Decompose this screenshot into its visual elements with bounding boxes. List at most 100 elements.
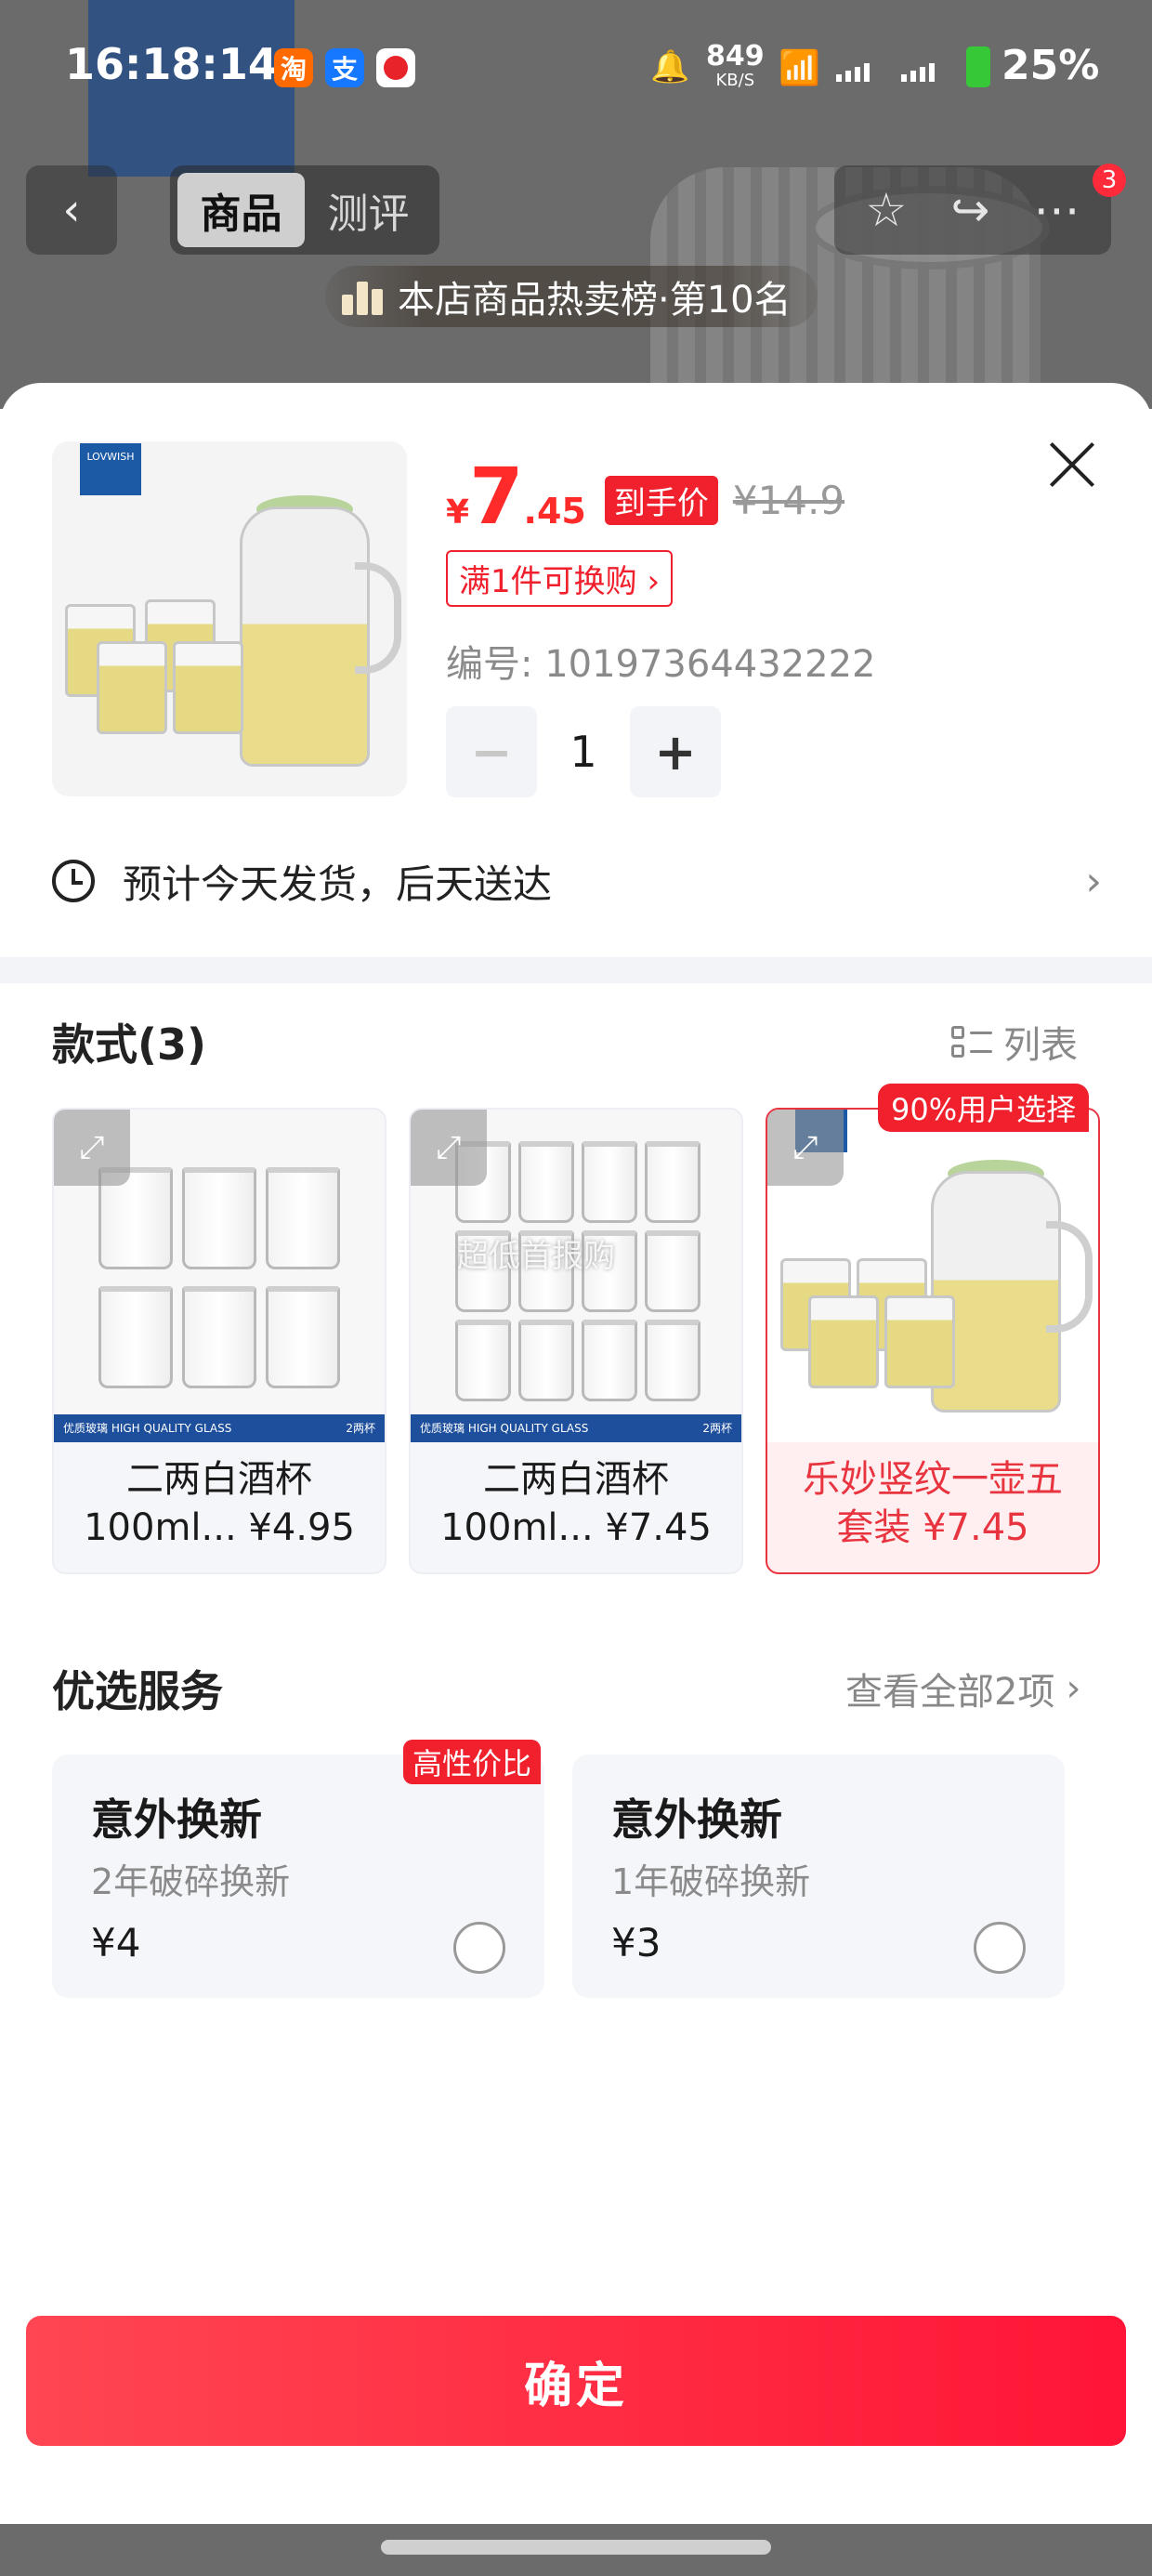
- style-option-label: 二两白酒杯 100ml... ¥4.95: [84, 1458, 355, 1549]
- price-currency: ¥: [446, 493, 470, 532]
- quantity-stepper: − 1 +: [446, 706, 721, 797]
- wifi-icon: 📶: [779, 49, 820, 87]
- rank-banner[interactable]: 本店商品热卖榜·第10名: [325, 266, 818, 327]
- cellular-signal-2-icon: [901, 50, 935, 82]
- view-all-services-link[interactable]: 查看全部2项 ›: [845, 1662, 1080, 1715]
- close-icon[interactable]: [1046, 439, 1098, 491]
- service-description: 2年破碎换新: [91, 1861, 291, 1902]
- expand-icon[interactable]: ⤢: [54, 1110, 130, 1186]
- services-section-title: 优选服务: [52, 1666, 223, 1716]
- sku-selection-sheet: LOVWISH ¥ 7 .45 到手价 ¥14.9 满1件可换购 › 编号: 1…: [0, 383, 1152, 2576]
- glass: [884, 1295, 955, 1388]
- original-price: ¥14.9: [732, 478, 845, 523]
- service-option-card[interactable]: 意外换新 2年破碎换新 ¥4: [52, 1755, 544, 1998]
- page-tabs: 商品 测评: [170, 165, 439, 255]
- style-option-label: 二两白酒杯 100ml... ¥7.45: [440, 1458, 712, 1549]
- service-radio[interactable]: [974, 1922, 1026, 1974]
- cup: [645, 1141, 700, 1223]
- expand-icon[interactable]: ⤢: [411, 1110, 487, 1186]
- quality-strip: 优质玻璃 HIGH QUALITY GLASS 2两杯: [54, 1414, 385, 1442]
- cup: [645, 1230, 700, 1312]
- final-price-tag: 到手价: [604, 476, 718, 525]
- back-button[interactable]: ‹: [26, 165, 117, 255]
- list-icon: [951, 1026, 992, 1058]
- glass: [808, 1295, 879, 1388]
- glass: [173, 641, 243, 734]
- style-option-card-selected[interactable]: ⤢ 乐妙竖纹一壶五 套装 ¥7.45: [766, 1108, 1100, 1574]
- alipay-app-icon: 支: [325, 48, 364, 87]
- value-badge: 高性价比: [403, 1740, 542, 1784]
- service-name: 意外换新: [91, 1794, 262, 1845]
- quality-strip: 优质玻璃 HIGH QUALITY GLASS 2两杯: [411, 1414, 741, 1442]
- chevron-right-icon: ›: [1085, 857, 1102, 905]
- cup: [455, 1320, 511, 1401]
- message-count-badge: 3: [1093, 164, 1126, 197]
- taobao-app-icon: 淘: [274, 48, 313, 87]
- status-time: 16:18:14: [65, 39, 278, 89]
- cup: [582, 1320, 637, 1401]
- alarm-icon: 🔔: [650, 48, 690, 85]
- tab-review[interactable]: 测评: [305, 173, 432, 247]
- rank-banner-text: 本店商品热卖榜·第10名: [398, 279, 792, 322]
- share-icon[interactable]: ↪: [950, 183, 989, 237]
- cup: [582, 1141, 637, 1223]
- tab-product[interactable]: 商品: [177, 173, 305, 247]
- jug: [240, 506, 370, 767]
- style-option-image: 优质玻璃 HIGH QUALITY GLASS 2两杯 ⤢: [54, 1110, 385, 1442]
- shipping-text: 预计今天发货，后天送达: [123, 861, 553, 907]
- style-option-card[interactable]: 超低首报购 优质玻璃 HIGH QUALITY GLASS 2两杯 ⤢ 二两白酒…: [409, 1108, 743, 1574]
- service-option-card[interactable]: 意外换新 1年破碎换新 ¥3: [572, 1755, 1065, 1998]
- confirm-button[interactable]: 确定: [26, 2316, 1126, 2446]
- service-name: 意外换新: [611, 1794, 782, 1845]
- product-thumbnail[interactable]: LOVWISH: [52, 441, 407, 796]
- styles-section-title: 款式(3): [52, 1019, 207, 1070]
- watermark-text: 超低首报购: [457, 1238, 615, 1275]
- status-bar: 16:18:14 淘 支 🔔 849 KB/S 📶 25%: [0, 0, 1152, 139]
- cup: [182, 1167, 256, 1269]
- style-option-label: 乐妙竖纹一壶五 套装 ¥7.45: [803, 1458, 1063, 1549]
- battery-icon: [966, 46, 990, 87]
- price-decimal: .45: [523, 491, 586, 532]
- increase-quantity-button[interactable]: +: [630, 706, 721, 797]
- notification-app-icon: [376, 48, 415, 87]
- network-speed: 849 KB/S: [706, 40, 765, 91]
- nav-actions: ☆ ↪ ⋯: [834, 165, 1111, 255]
- cup: [518, 1141, 574, 1223]
- style-option-image: 超低首报购 优质玻璃 HIGH QUALITY GLASS 2两杯 ⤢: [411, 1110, 741, 1442]
- cup: [98, 1286, 173, 1388]
- chevron-left-icon: ‹: [62, 184, 81, 236]
- brand-logo: LOVWISH: [80, 443, 141, 495]
- popular-choice-badge: 90%用户选择: [878, 1084, 1090, 1132]
- glass: [97, 641, 167, 734]
- view-all-label: 查看全部2项: [845, 1671, 1055, 1714]
- jug-handle: [1046, 1221, 1093, 1333]
- price-row: ¥ 7 .45 到手价 ¥14.9: [446, 457, 844, 535]
- list-view-toggle[interactable]: 列表: [951, 1015, 1078, 1069]
- service-price: ¥4: [91, 1920, 141, 1965]
- chevron-right-icon: ›: [1066, 1667, 1081, 1710]
- service-radio[interactable]: [453, 1922, 505, 1974]
- more-icon[interactable]: ⋯: [1033, 183, 1080, 237]
- expand-icon[interactable]: ⤢: [767, 1110, 844, 1186]
- home-indicator[interactable]: [381, 2540, 771, 2555]
- style-option-card[interactable]: 优质玻璃 HIGH QUALITY GLASS 2两杯 ⤢ 二两白酒杯 100m…: [52, 1108, 386, 1574]
- favorite-star-icon[interactable]: ☆: [866, 183, 908, 237]
- shipping-estimate-row[interactable]: 预计今天发货，后天送达 ›: [52, 835, 1102, 927]
- cup: [182, 1286, 256, 1388]
- service-price: ¥3: [611, 1920, 661, 1965]
- clock-icon: [52, 860, 95, 902]
- list-view-label: 列表: [1003, 1024, 1078, 1067]
- cellular-signal-1-icon: [836, 50, 870, 82]
- sku-id: 编号: 10197364432222: [446, 643, 876, 686]
- exchange-promo-tag[interactable]: 满1件可换购 ›: [446, 550, 674, 607]
- cup: [645, 1320, 700, 1401]
- jug-handle: [355, 562, 401, 674]
- battery-percent: 25%: [1001, 42, 1100, 89]
- quantity-value[interactable]: 1: [537, 727, 630, 777]
- price-integer: 7: [469, 451, 524, 542]
- cup: [266, 1286, 340, 1388]
- decrease-quantity-button[interactable]: −: [446, 706, 537, 797]
- section-divider: [0, 957, 1152, 983]
- bar-chart-icon: [342, 278, 383, 315]
- style-option-image: ⤢: [767, 1110, 1098, 1442]
